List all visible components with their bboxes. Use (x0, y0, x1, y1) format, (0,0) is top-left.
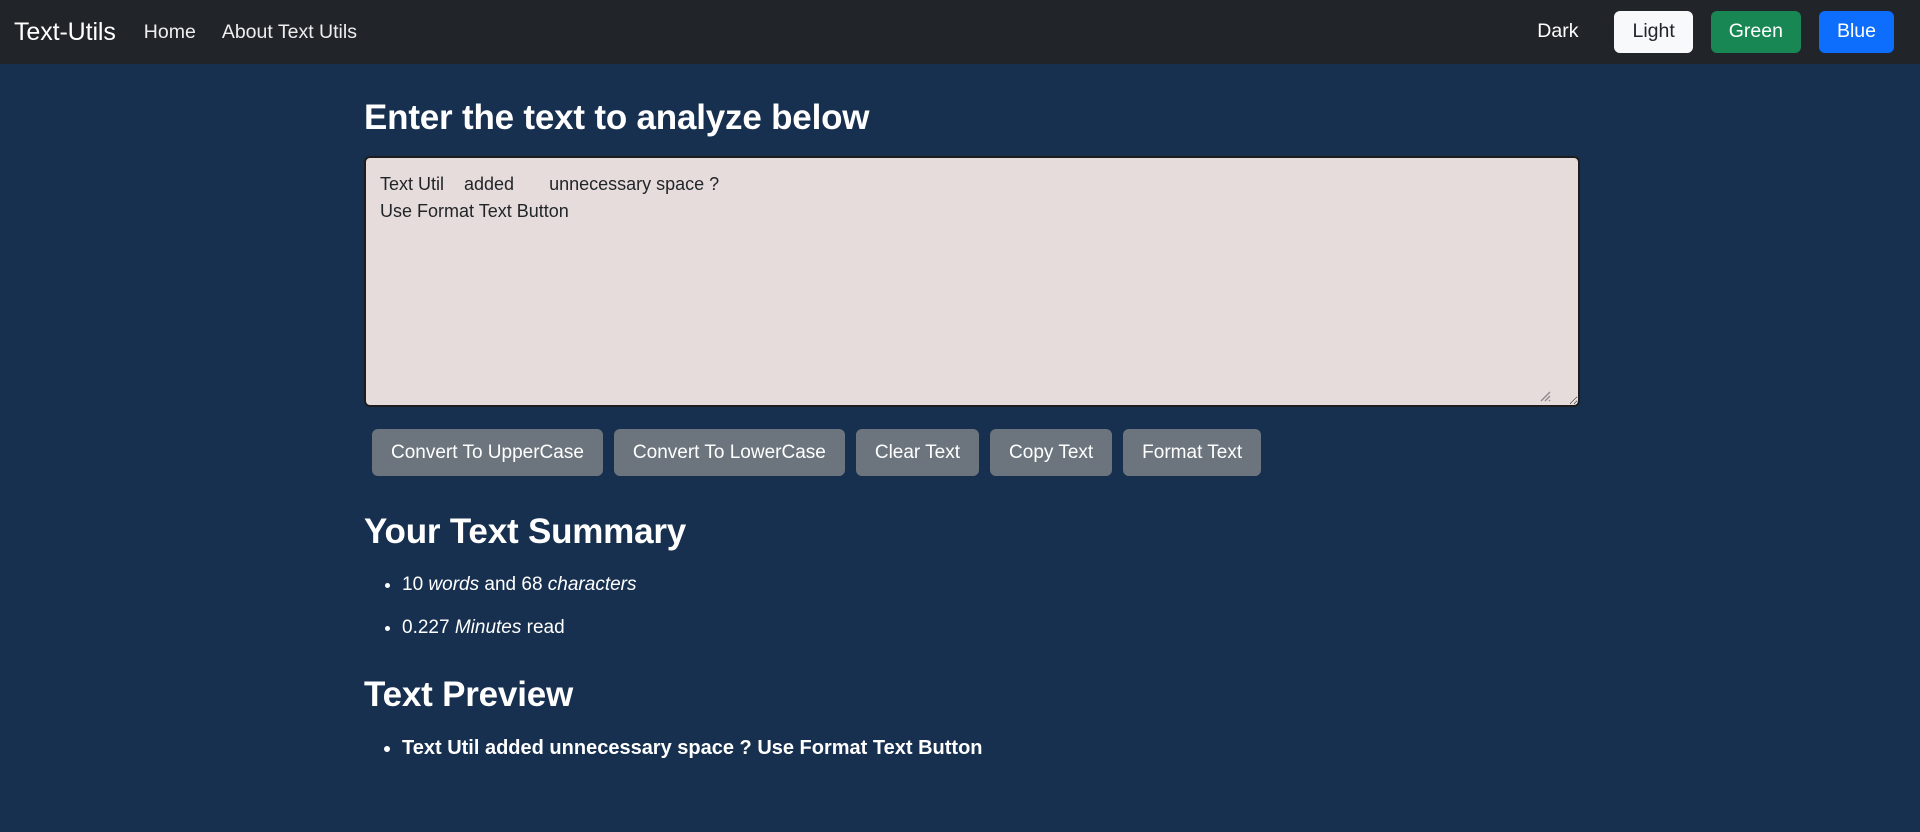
nav-link-about[interactable]: About Text Utils (222, 21, 357, 43)
clear-text-button[interactable]: Clear Text (855, 429, 980, 476)
nav-item-about: About Text Utils (222, 21, 357, 44)
summary-list: 10 words and 68 characters 0.227 Minutes… (364, 569, 1556, 644)
word-count-label: words (428, 574, 480, 595)
theme-switcher: Dark Light Green Blue (1519, 11, 1894, 53)
text-summary-section: Your Text Summary 10 words and 68 charac… (364, 511, 1556, 644)
textarea-container (364, 156, 1580, 407)
summary-item-counts: 10 words and 68 characters (402, 569, 1556, 600)
page-title: Enter the text to analyze below (364, 98, 870, 137)
navbar-links: Home About Text Utils (144, 21, 357, 44)
navbar-brand[interactable]: Text-Utils (14, 18, 116, 47)
preview-text: Text Util added unnecessary space ? Use … (402, 732, 1556, 764)
main-content: Enter the text to analyze below Convert … (352, 64, 1580, 764)
theme-button-dark[interactable]: Dark (1519, 11, 1597, 53)
read-time-unit: Minutes (454, 617, 522, 639)
theme-button-blue[interactable]: Blue (1818, 11, 1894, 53)
summary-item-read-time: 0.227 Minutes read (402, 612, 1556, 643)
char-count-label: characters (547, 574, 637, 595)
convert-uppercase-button[interactable]: Convert To UpperCase (372, 429, 603, 476)
theme-button-green[interactable]: Green (1710, 11, 1801, 53)
text-preview-section: Text Preview Text Util added unnecessary… (364, 674, 1556, 764)
nav-item-home: Home (144, 21, 196, 44)
read-time-value: 0.227 (402, 617, 450, 639)
theme-button-light[interactable]: Light (1614, 11, 1693, 53)
summary-heading: Your Text Summary (364, 512, 687, 551)
word-count-value: 10 (402, 574, 424, 595)
summary-conjunction: and (484, 574, 517, 595)
read-time-suffix: read (526, 617, 565, 639)
navbar: Text-Utils Home About Text Utils Dark Li… (0, 0, 1920, 64)
char-count-value: 68 (521, 574, 543, 595)
copy-text-button[interactable]: Copy Text (990, 429, 1113, 476)
action-button-row: Convert To UpperCase Convert To LowerCas… (364, 429, 1556, 476)
convert-lowercase-button[interactable]: Convert To LowerCase (613, 429, 845, 476)
nav-link-home[interactable]: Home (144, 21, 196, 43)
format-text-button[interactable]: Format Text (1123, 429, 1262, 476)
preview-list: Text Util added unnecessary space ? Use … (364, 732, 1556, 764)
text-input-area[interactable] (364, 156, 1580, 407)
preview-heading: Text Preview (364, 674, 574, 714)
